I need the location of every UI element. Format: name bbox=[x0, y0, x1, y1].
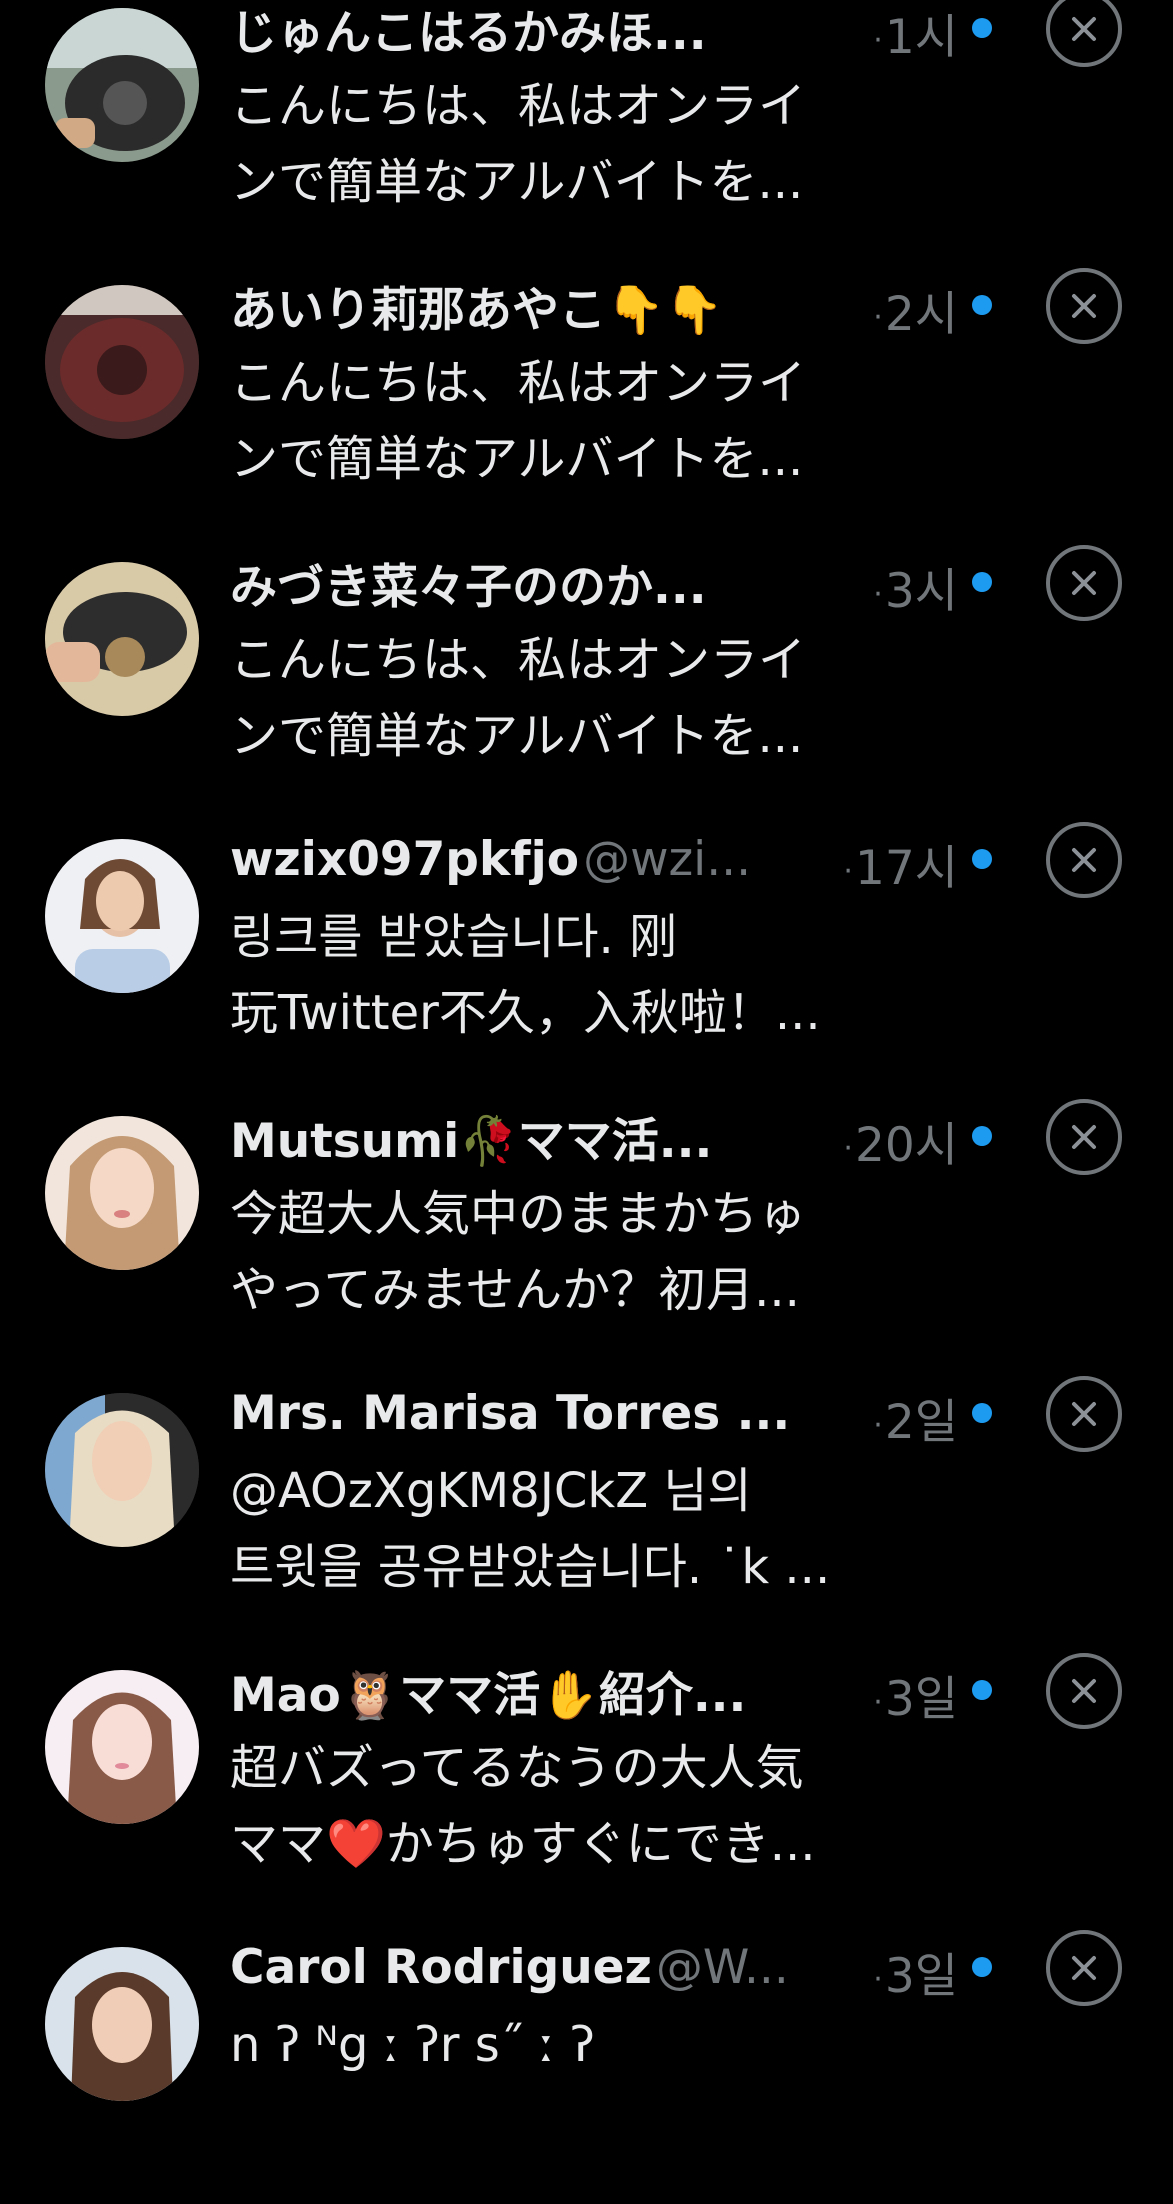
avatar[interactable] bbox=[45, 8, 199, 162]
message-preview-line: やってみませんか？初月... bbox=[230, 1262, 800, 1318]
message-row[interactable]: Mao🦉ママ活✋紹介... 超バズってるなうの大人気 ママ❤️かちゅすぐにでき.… bbox=[0, 1650, 1173, 1927]
sender-name: Mrs. Marisa Torres ... bbox=[230, 1385, 791, 1441]
dismiss-button[interactable] bbox=[1046, 545, 1122, 621]
timestamp: ·2시 bbox=[867, 275, 958, 344]
sender-handle: @W... bbox=[655, 1939, 789, 1995]
avatar[interactable] bbox=[45, 1393, 199, 1547]
close-icon bbox=[1072, 571, 1096, 595]
message-preview-line: ンで簡単なアルバイトを... bbox=[230, 708, 804, 764]
message-row[interactable]: みづき菜々子ののか... こんにちは、私はオンライ ンで簡単なアルバイトを...… bbox=[0, 542, 1173, 819]
avatar[interactable] bbox=[45, 839, 199, 993]
unread-dot-icon bbox=[972, 572, 992, 592]
unread-dot-icon bbox=[972, 1403, 992, 1423]
message-preview-line: こんにちは、私はオンライ bbox=[230, 632, 807, 688]
message-row[interactable]: じゅんこはるかみほ... こんにちは、私はオンライ ンで簡単なアルバイトを...… bbox=[0, 0, 1173, 265]
message-list: じゅんこはるかみほ... こんにちは、私はオンライ ンで簡単なアルバイトを...… bbox=[0, 0, 1173, 2204]
sender-name: じゅんこはるかみほ... bbox=[230, 5, 707, 61]
sender-name: Mao🦉ママ活✋紹介... bbox=[230, 1667, 747, 1723]
sender-name: Carol Rodriguez bbox=[230, 1939, 652, 1995]
unread-dot-icon bbox=[972, 1126, 992, 1146]
message-preview-line: 링크를 받았습니다. 刚 bbox=[230, 909, 678, 965]
dismiss-button[interactable] bbox=[1046, 1376, 1122, 1452]
sender-name: あいり莉那あやこ👇👇 bbox=[230, 282, 724, 338]
message-row[interactable]: Mrs. Marisa Torres ... @AOzXgKM8JCkZ 님의 … bbox=[0, 1373, 1173, 1650]
timestamp: ·2일 bbox=[867, 1383, 958, 1452]
dismiss-button[interactable] bbox=[1046, 268, 1122, 344]
message-preview-line: ンで簡単なアルバイトを... bbox=[230, 431, 804, 487]
message-preview-line: n ʔ ᴺg ː ʔr s˝ ː ʔ bbox=[230, 2017, 595, 2073]
timestamp: ·3시 bbox=[867, 552, 958, 621]
message-preview-line: こんにちは、私はオンライ bbox=[230, 355, 807, 411]
message-row[interactable]: あいり莉那あやこ👇👇 こんにちは、私はオンライ ンで簡単なアルバイトを... ·… bbox=[0, 265, 1173, 542]
unread-dot-icon bbox=[972, 18, 992, 38]
dismiss-button[interactable] bbox=[1046, 1653, 1122, 1729]
avatar[interactable] bbox=[45, 562, 199, 716]
close-icon bbox=[1072, 1956, 1096, 1980]
sender-name: Mutsumi🥀ママ活... bbox=[230, 1113, 713, 1169]
unread-dot-icon bbox=[972, 849, 992, 869]
message-preview-line: ママ❤️かちゅすぐにでき... bbox=[230, 1816, 816, 1872]
close-icon bbox=[1072, 1402, 1096, 1426]
close-icon bbox=[1072, 294, 1096, 318]
timestamp: ·17시 bbox=[837, 829, 958, 898]
dismiss-button[interactable] bbox=[1046, 1930, 1122, 2006]
message-row[interactable]: Carol Rodriguez @W... n ʔ ᴺg ː ʔr s˝ ː ʔ… bbox=[0, 1927, 1173, 2204]
sender-name: wzix097pkfjo bbox=[230, 831, 580, 887]
timestamp: ·3일 bbox=[867, 1937, 958, 2006]
dismiss-button[interactable] bbox=[1046, 0, 1122, 67]
avatar[interactable] bbox=[45, 1670, 199, 1824]
message-preview-line: @AOzXgKM8JCkZ 님의 bbox=[230, 1463, 752, 1519]
close-icon bbox=[1072, 848, 1096, 872]
timestamp: ·1시 bbox=[867, 0, 958, 67]
message-row[interactable]: wzix097pkfjo @wzi... 링크를 받았습니다. 刚 玩Twitt… bbox=[0, 819, 1173, 1096]
avatar[interactable] bbox=[45, 285, 199, 439]
message-preview-line: 玩Twitter不久，入秋啦！... bbox=[230, 985, 821, 1041]
message-row[interactable]: Mutsumi🥀ママ活... 今超大人気中のままかちゅ やってみませんか？初月.… bbox=[0, 1096, 1173, 1373]
sender-name: みづき菜々子ののか... bbox=[230, 559, 707, 615]
close-icon bbox=[1072, 1125, 1096, 1149]
dismiss-button[interactable] bbox=[1046, 1099, 1122, 1175]
message-preview-line: 今超大人気中のままかちゅ bbox=[230, 1186, 807, 1242]
message-preview-line: 超バズってるなうの大人気 bbox=[230, 1740, 804, 1796]
close-icon bbox=[1072, 1679, 1096, 1703]
unread-dot-icon bbox=[972, 1957, 992, 1977]
dismiss-button[interactable] bbox=[1046, 822, 1122, 898]
close-icon bbox=[1072, 17, 1096, 41]
timestamp: ·3일 bbox=[867, 1660, 958, 1729]
sender-handle: @wzi... bbox=[583, 831, 752, 887]
unread-dot-icon bbox=[972, 295, 992, 315]
avatar[interactable] bbox=[45, 1947, 199, 2101]
avatar[interactable] bbox=[45, 1116, 199, 1270]
message-preview-line: こんにちは、私はオンライ bbox=[230, 78, 807, 134]
unread-dot-icon bbox=[972, 1680, 992, 1700]
timestamp: ·20시 bbox=[837, 1106, 958, 1175]
message-preview-line: ンで簡単なアルバイトを... bbox=[230, 154, 804, 210]
message-preview-line: 트윗을 공유받았습니다. ˙k ... bbox=[230, 1539, 831, 1595]
